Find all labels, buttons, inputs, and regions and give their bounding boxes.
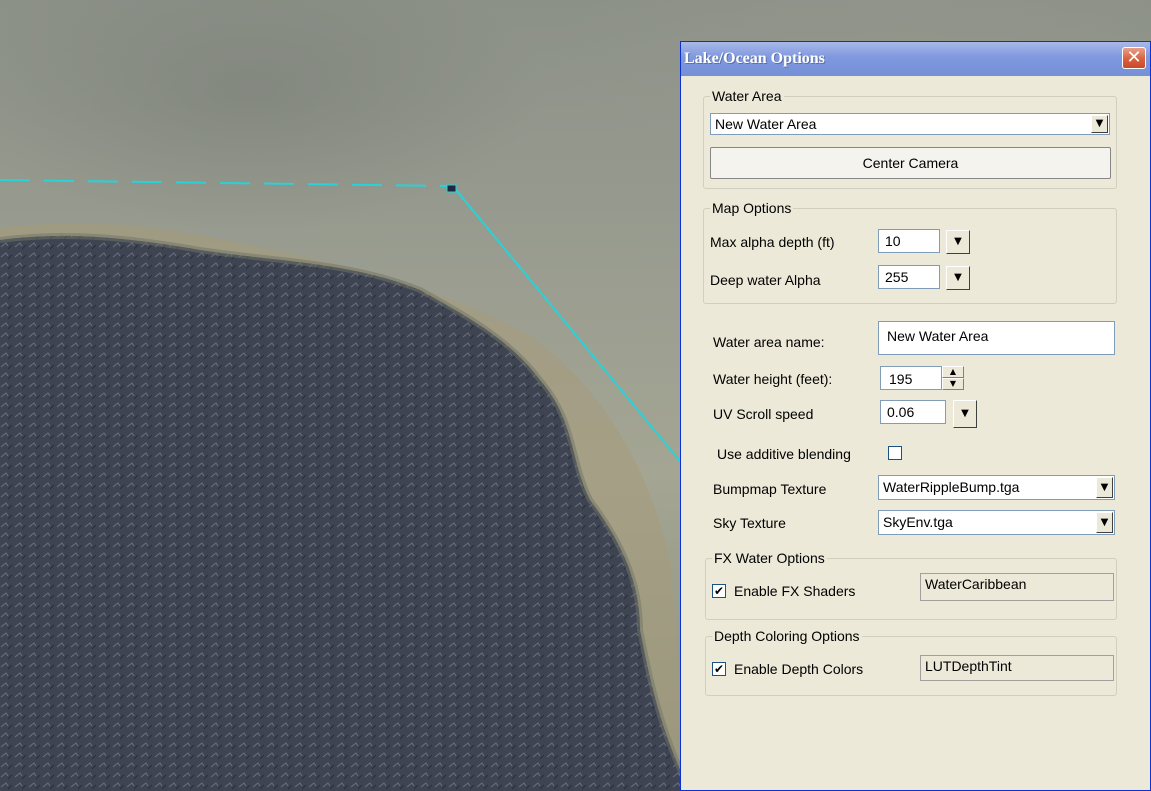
lake-ocean-options-dialog: Lake/Ocean Options ✕ Water Area New Wate… — [680, 41, 1151, 791]
additive-blending-label: Use additive blending — [717, 446, 851, 462]
chevron-down-icon[interactable]: ▼ — [953, 400, 977, 428]
fx-water-options-group: FX Water Options ✔ Enable FX Shaders Wat… — [705, 550, 1117, 620]
sky-texture-label: Sky Texture — [713, 515, 786, 531]
water-area-group: Water Area New Water Area ▼ Center Camer… — [703, 88, 1117, 189]
chevron-down-icon[interactable]: ▼ — [946, 230, 970, 254]
depth-lut-name-value: LUTDepthTint — [925, 658, 1012, 674]
enable-depth-colors-checkbox[interactable]: ✔ — [712, 662, 726, 676]
enable-fx-shaders-label: Enable FX Shaders — [734, 583, 856, 599]
max-alpha-depth-label: Max alpha depth (ft) — [710, 234, 835, 250]
depth-coloring-options-group: Depth Coloring Options ✔ Enable Depth Co… — [705, 628, 1117, 696]
selection-vertex-handle — [446, 184, 457, 193]
enable-depth-colors-label: Enable Depth Colors — [734, 661, 864, 677]
depth-coloring-options-group-label: Depth Coloring Options — [712, 628, 862, 644]
chevron-down-icon[interactable]: ▼ — [1096, 477, 1113, 498]
uv-scroll-speed-label: UV Scroll speed — [713, 406, 814, 422]
uv-scroll-speed-value: 0.06 — [887, 404, 915, 420]
window-title: Lake/Ocean Options — [684, 50, 825, 67]
water-body — [0, 235, 690, 791]
water-area-name-label: Water area name: — [713, 334, 825, 350]
close-icon: ✕ — [1126, 47, 1142, 68]
water-area-select-value: New Water Area — [715, 116, 817, 132]
chevron-down-icon[interactable]: ▼ — [1091, 115, 1108, 133]
water-area-select[interactable]: New Water Area ▼ — [710, 113, 1110, 135]
water-area-name-value: New Water Area — [887, 328, 989, 344]
spin-up-icon[interactable]: ▲ — [942, 366, 964, 378]
fx-shader-name-field: WaterCaribbean — [920, 573, 1114, 601]
chevron-down-icon[interactable]: ▼ — [946, 266, 970, 290]
selection-dashed-line — [0, 179, 449, 187]
fx-shader-name-value: WaterCaribbean — [925, 576, 1027, 592]
water-height-value: 195 — [889, 371, 913, 387]
map-options-group-label: Map Options — [710, 200, 794, 216]
sky-texture-select[interactable]: SkyEnv.tga ▼ — [878, 510, 1115, 535]
close-button[interactable]: ✕ — [1122, 47, 1146, 69]
additive-blending-checkbox[interactable] — [888, 446, 902, 460]
title-bar[interactable]: Lake/Ocean Options ✕ — [681, 42, 1150, 76]
water-height-label: Water height (feet): — [713, 371, 833, 387]
bumpmap-texture-value: WaterRippleBump.tga — [883, 479, 1020, 495]
deep-water-alpha-label: Deep water Alpha — [710, 272, 821, 288]
deep-water-alpha-value: 255 — [885, 269, 909, 285]
chevron-down-icon[interactable]: ▼ — [1096, 512, 1113, 533]
bumpmap-texture-select[interactable]: WaterRippleBump.tga ▼ — [878, 475, 1115, 500]
bumpmap-texture-label: Bumpmap Texture — [713, 481, 827, 497]
max-alpha-depth-value: 10 — [885, 233, 901, 249]
center-camera-button[interactable]: Center Camera — [710, 147, 1111, 179]
water-area-group-label: Water Area — [710, 88, 784, 104]
sky-texture-value: SkyEnv.tga — [883, 514, 953, 530]
water-area-name-input[interactable]: New Water Area — [878, 321, 1115, 355]
fx-water-options-group-label: FX Water Options — [712, 550, 827, 566]
enable-fx-shaders-checkbox[interactable]: ✔ — [712, 584, 726, 598]
map-options-group: Map Options Max alpha depth (ft) 10 ▼ De… — [703, 200, 1117, 304]
depth-lut-name-field: LUTDepthTint — [920, 655, 1114, 681]
spin-down-icon[interactable]: ▼ — [942, 378, 964, 390]
